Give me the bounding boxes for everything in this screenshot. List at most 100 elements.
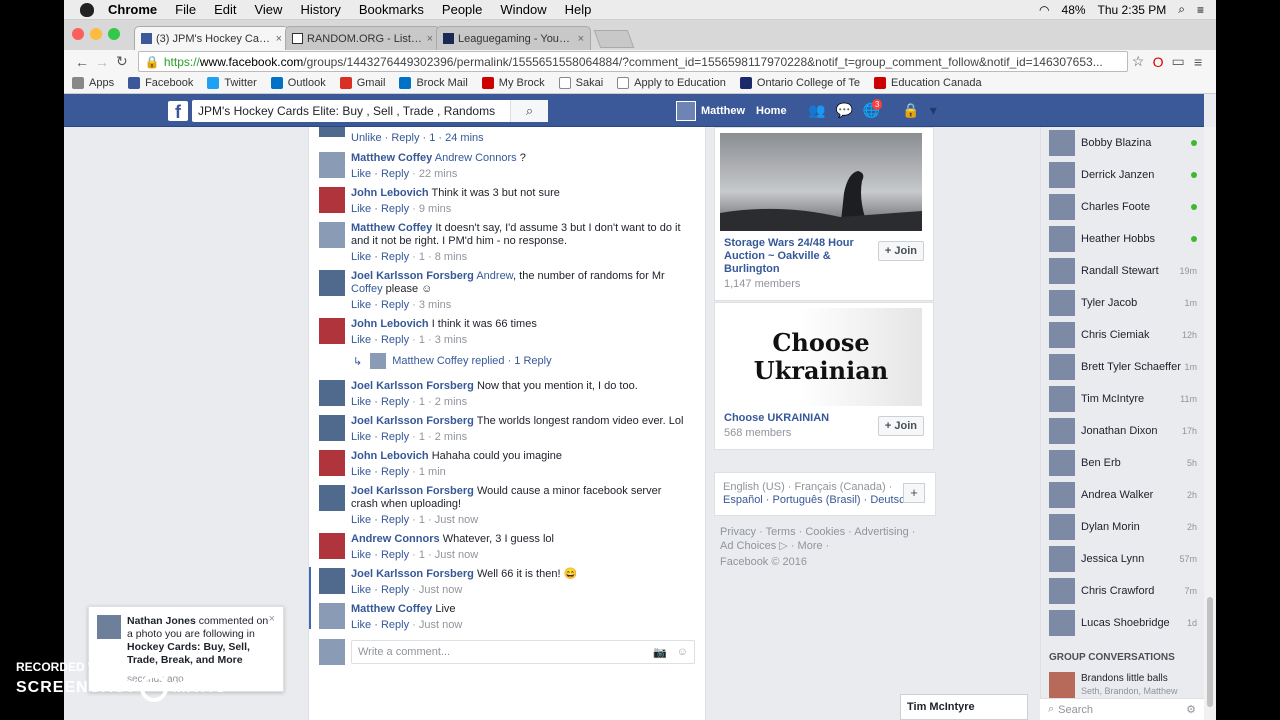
battery-level[interactable]: 48% [1062,3,1086,17]
group-cover-image[interactable] [720,133,922,231]
join-button[interactable]: + Join [877,416,924,436]
home-link[interactable]: Home [756,105,787,117]
chat-contact[interactable]: Andrea Walker 2h [1049,481,1197,509]
close-tab-icon[interactable]: × [427,33,433,45]
reload-icon[interactable]: ↻ [112,53,132,70]
bookmark-apps[interactable]: Apps [72,77,114,89]
avatar[interactable] [319,485,345,511]
profile-link[interactable]: Matthew [676,101,745,121]
comment-meta[interactable]: Unlike · Reply · 1 · 24 mins [351,132,484,144]
like-reply-links[interactable]: Like · Reply [351,549,409,561]
bookmark-ontario-college[interactable]: Ontario College of Te [739,77,860,89]
settings-icon[interactable]: ⚙ [1186,703,1196,716]
chat-contact[interactable]: Chris Crawford 7m [1049,577,1197,605]
group-conversation-item[interactable]: Brandons little balls Seth, Brandon, Matt… [1049,669,1197,701]
chat-search-input[interactable]: ⌕ Search ⚙ [1040,698,1204,720]
bookmark-my-brock[interactable]: My Brock [481,77,545,89]
chat-contact[interactable]: Charles Foote [1049,193,1197,221]
comment-author[interactable]: Matthew Coffey [351,603,432,615]
like-reply-links[interactable]: Like · Reply [351,299,409,311]
menu-edit[interactable]: Edit [214,2,236,17]
chat-contact[interactable]: Derrick Janzen [1049,161,1197,189]
back-icon[interactable]: ← [72,54,92,70]
clock[interactable]: Thu 2:35 PM [1098,3,1167,17]
close-tab-icon[interactable]: × [276,33,282,45]
close-tab-icon[interactable]: × [578,33,584,45]
bookmark-twitter[interactable]: Twitter [207,77,257,89]
opera-extension-icon[interactable]: O [1148,54,1168,70]
mention-link[interactable]: Coffey [351,283,383,295]
camera-icon[interactable]: 📷 [653,646,667,659]
chat-contact[interactable]: Brett Tyler Schaeffer 1m [1049,353,1197,381]
close-icon[interactable]: × [269,613,275,625]
footer-links-row[interactable]: Privacy · Terms · Cookies · Advertising … [720,525,936,539]
facebook-logo-icon[interactable]: f [168,101,188,122]
like-reply-links[interactable]: Like · Reply [351,334,409,346]
menu-window[interactable]: Window [500,2,546,17]
view-replies-link[interactable]: ↳ Matthew Coffey replied · 1 Reply [353,353,552,369]
chat-contact[interactable]: Jonathan Dixon 17h [1049,417,1197,445]
avatar[interactable] [319,415,345,441]
new-tab-button[interactable] [593,30,635,48]
bookmark-brock-mail[interactable]: Brock Mail [399,77,468,89]
chat-contact[interactable]: Lucas Shoebridge 1d [1049,609,1197,637]
avatar[interactable] [319,187,345,213]
avatar[interactable] [319,533,345,559]
comment-author[interactable]: Joel Karlsson Forsberg [351,270,474,282]
chrome-menu-icon[interactable]: ≡ [1188,54,1208,70]
menu-help[interactable]: Help [565,2,592,17]
group-cover-image[interactable]: Choose Ukrainian [720,308,922,406]
like-reply-links[interactable]: Like · Reply [351,251,409,263]
comment-author[interactable]: Joel Karlsson Forsberg [351,568,474,580]
search-icon[interactable]: ⌕ [510,100,548,122]
close-window-button[interactable] [72,28,84,40]
write-comment-input[interactable]: Write a comment... 📷 ☺ [351,640,695,664]
like-reply-links[interactable]: Like · Reply [351,466,409,478]
like-reply-links[interactable]: Like · Reply [351,619,409,631]
comment-author[interactable]: Joel Karlsson Forsberg [351,380,474,392]
avatar[interactable] [319,568,345,594]
avatar[interactable] [319,380,345,406]
bookmark-sakai[interactable]: Sakai [558,77,603,89]
like-reply-links[interactable]: Like · Reply [351,203,409,215]
forward-icon[interactable]: → [92,54,112,70]
like-reply-links[interactable]: Like · Reply [351,431,409,443]
chat-tab[interactable]: Tim McIntyre [900,694,1028,720]
privacy-icon[interactable]: 🔒 [902,102,919,119]
menu-history[interactable]: History [300,2,340,17]
like-reply-links[interactable]: Like · Reply [351,514,409,526]
apple-icon[interactable] [80,2,94,17]
menu-view[interactable]: View [254,2,282,17]
avatar[interactable] [319,270,345,296]
chat-contact[interactable]: Tim McIntyre 11m [1049,385,1197,413]
menu-app[interactable]: Chrome [108,2,157,17]
like-reply-links[interactable]: Like · Reply [351,396,409,408]
footer-links-row[interactable]: Ad Choices ▷ · More · [720,539,936,553]
tab-leaguegaming[interactable]: Leaguegaming - Your Virtu × [436,26,591,50]
chat-contact[interactable]: Bobby Blazina [1049,129,1197,157]
emoji-icon[interactable]: ☺ [677,646,688,659]
account-menu-icon[interactable]: ▾ [930,102,937,119]
language-links[interactable]: English (US) · Français (Canada) · [723,481,927,494]
menu-list-icon[interactable]: ≡ [1197,3,1204,17]
address-bar[interactable]: 🔒 https:// www.facebook.com /groups/1443… [137,51,1129,72]
bookmark-education-canada[interactable]: Education Canada [874,77,982,89]
mention-link[interactable]: Andrew [476,270,513,282]
bookmark-facebook[interactable]: Facebook [128,77,193,89]
bookmark-star-icon[interactable]: ☆ [1128,53,1148,70]
menu-file[interactable]: File [175,2,196,17]
spotlight-icon[interactable]: ⌕ [1178,2,1185,17]
chat-contact[interactable]: Randall Stewart 19m [1049,257,1197,285]
minimize-window-button[interactable] [90,28,102,40]
group-name[interactable]: Choose UKRAINIAN [724,412,864,425]
bookmark-outlook[interactable]: Outlook [270,77,326,89]
like-reply-links[interactable]: Like · Reply [351,584,409,596]
chat-contact[interactable]: Heather Hobbs [1049,225,1197,253]
comment-author[interactable]: Matthew Coffey [351,152,432,164]
avatar[interactable] [319,318,345,344]
comment-author[interactable]: Andrew Connors [351,533,440,545]
friend-requests-icon[interactable]: 👥 [808,102,825,119]
scrollbar-thumb[interactable] [1207,597,1213,707]
messages-icon[interactable]: 💬 [835,102,852,119]
mention-link[interactable]: Andrew Connors [435,152,517,164]
